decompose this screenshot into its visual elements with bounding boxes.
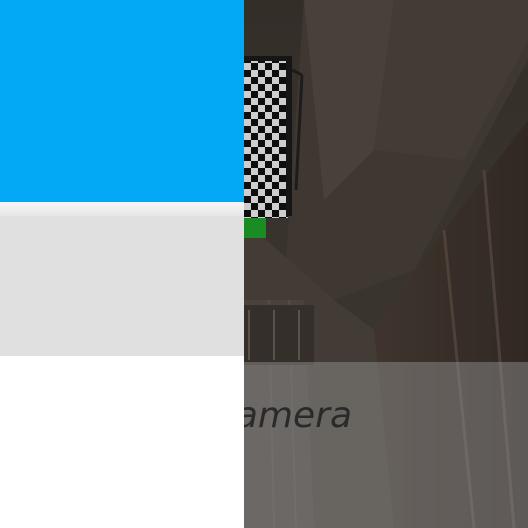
app-bar: [0, 0, 244, 202]
screen: amera: [0, 0, 528, 528]
content-placeholder: [0, 216, 244, 356]
camera-caption: amera: [235, 395, 352, 436]
app-bar-shadow: [0, 202, 244, 216]
content-area: [0, 356, 244, 528]
